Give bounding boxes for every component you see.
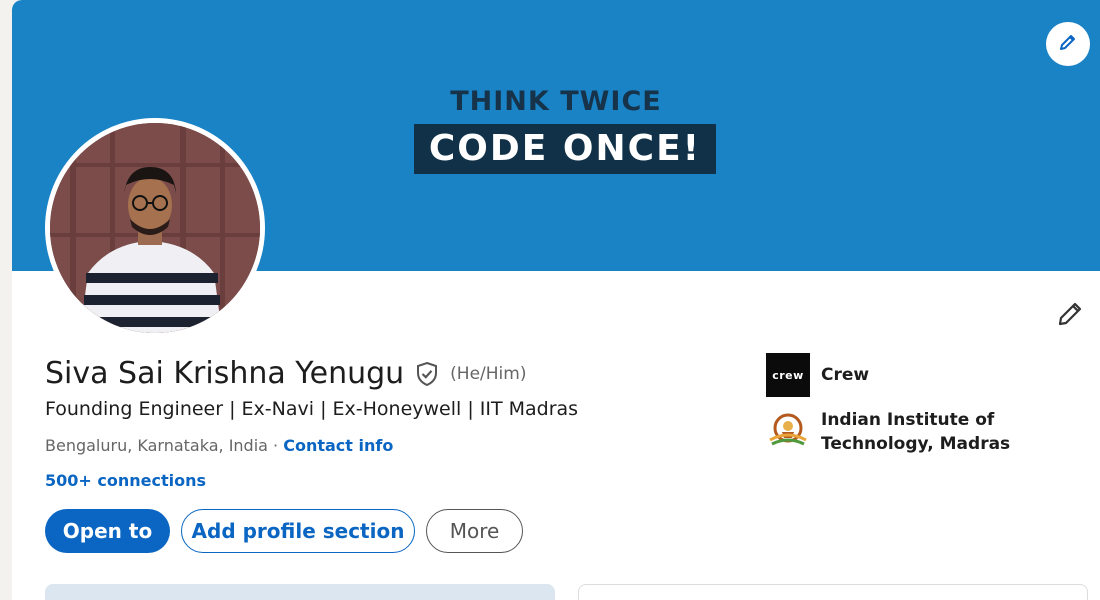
next-section-card-right: [578, 584, 1088, 600]
profile-photo-frame[interactable]: [45, 118, 265, 338]
avatar: [50, 123, 260, 333]
iit-madras-logo: [766, 408, 810, 452]
add-profile-section-button[interactable]: Add profile section: [181, 509, 415, 553]
org-item-iit-madras[interactable]: Indian Institute of Technology, Madras: [766, 408, 1010, 456]
connections-link[interactable]: 500+ connections: [45, 471, 206, 490]
org-name: Indian Institute of Technology, Madras: [821, 408, 1010, 456]
next-section-card-left: [45, 584, 555, 600]
pencil-icon: [1058, 32, 1078, 56]
profile-name: Siva Sai Krishna Yenugu: [45, 356, 405, 391]
org-name-line1: Indian Institute of: [821, 410, 995, 430]
banner-text-line2: CODE ONCE!: [414, 124, 716, 174]
org-name-line2: Technology, Madras: [821, 434, 1011, 454]
edit-intro-button[interactable]: [1050, 296, 1090, 336]
location-row: Bengaluru, Karnataka, India · Contact in…: [45, 436, 393, 455]
banner-text-line1: THINK TWICE: [450, 86, 662, 117]
org-name: Crew: [821, 365, 870, 385]
profile-headline: Founding Engineer | Ex-Navi | Ex-Honeywe…: [45, 398, 579, 420]
crew-logo-text: crew: [772, 368, 804, 382]
contact-info-link[interactable]: Contact info: [283, 436, 393, 455]
more-button[interactable]: More: [426, 509, 523, 553]
crew-logo: crew: [766, 353, 810, 397]
location-text: Bengaluru, Karnataka, India: [45, 436, 268, 455]
shield-check-icon[interactable]: [414, 361, 440, 387]
name-row: Siva Sai Krishna Yenugu (He/Him): [45, 356, 526, 391]
edit-banner-button[interactable]: [1046, 22, 1090, 66]
open-to-button[interactable]: Open to: [45, 509, 170, 553]
separator: ·: [267, 436, 284, 455]
profile-card: THINK TWICE CODE ONCE! Siva Sai Krishna …: [12, 0, 1100, 600]
pencil-icon: [1056, 300, 1084, 332]
pronouns: (He/Him): [450, 363, 527, 384]
org-item-crew[interactable]: crew Crew: [766, 353, 869, 397]
